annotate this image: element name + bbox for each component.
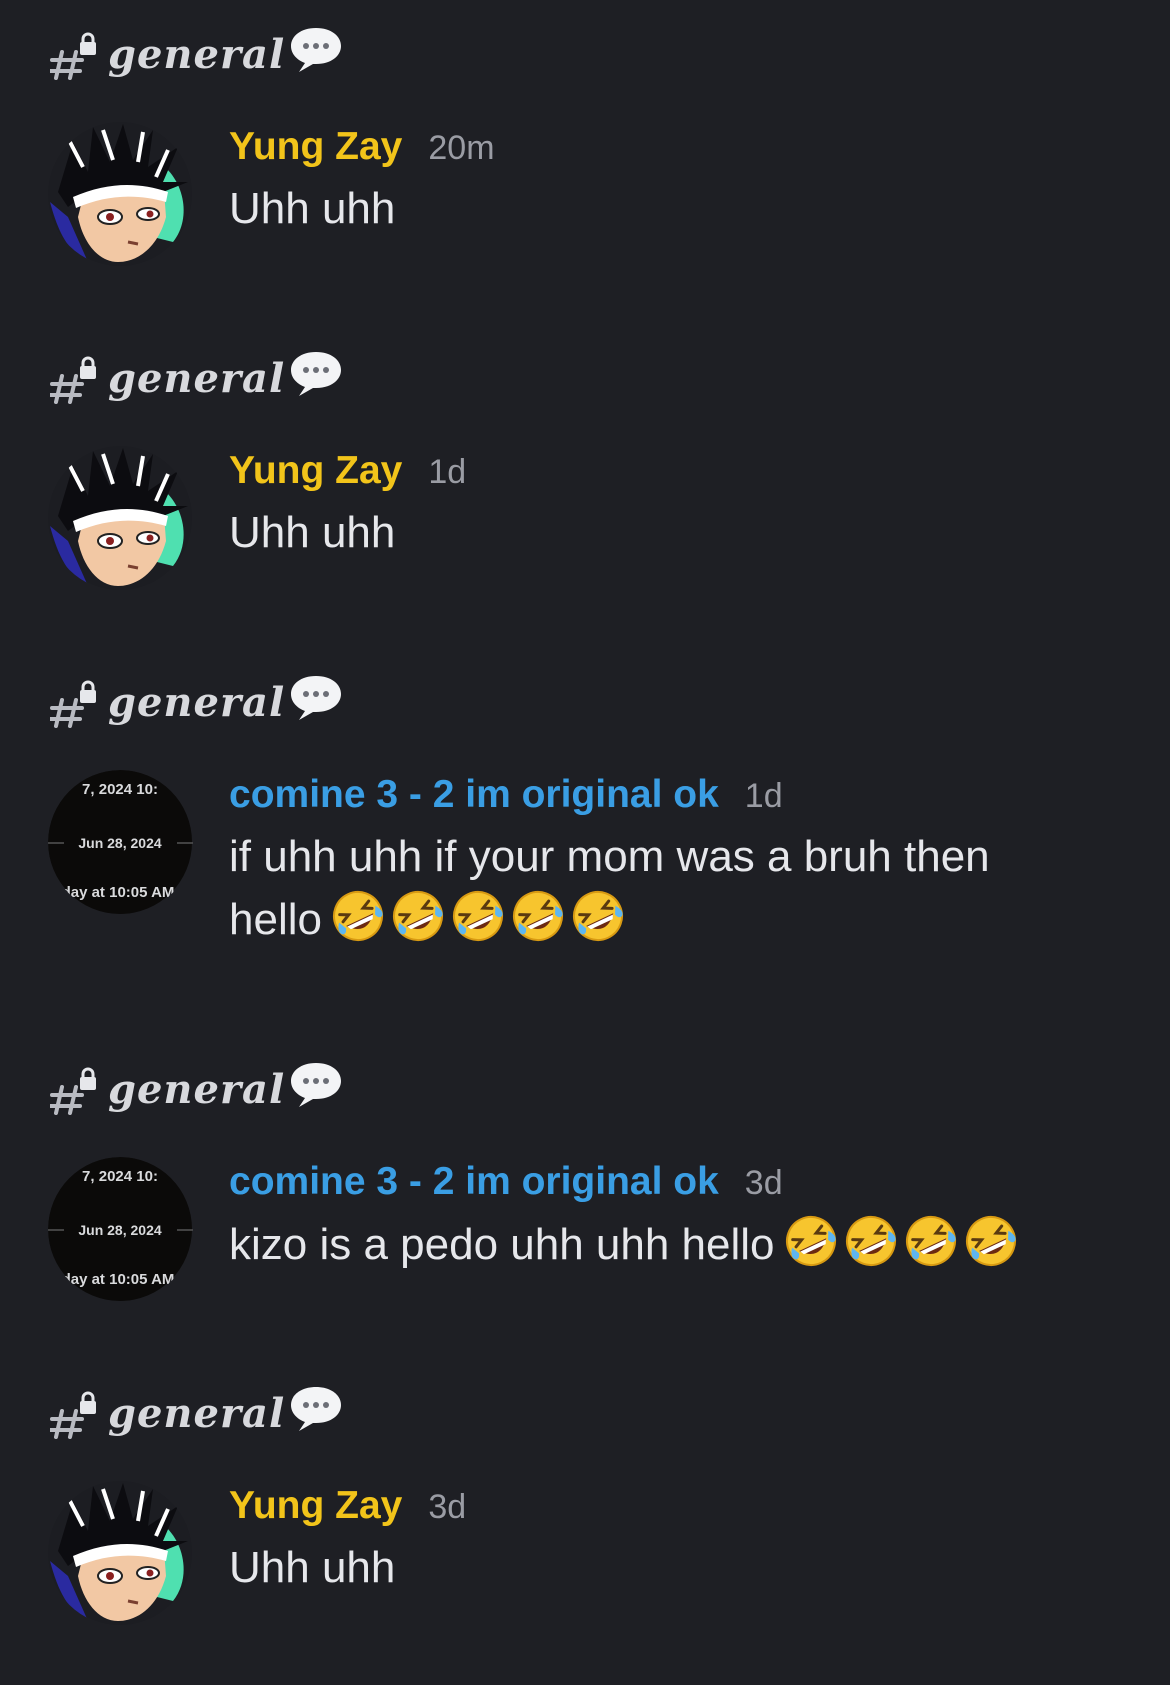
speech-bubble-icon bbox=[289, 674, 343, 726]
avatar-text-bottom: day at 10:05 AM bbox=[62, 1271, 175, 1288]
channel-name: general bbox=[108, 31, 286, 78]
locked-channel-icon bbox=[50, 1389, 106, 1439]
search-result[interactable]: general Yung Zay 20m Uhh uhh bbox=[0, 0, 1170, 320]
channel-name: general bbox=[108, 679, 286, 726]
rolling-on-floor-laughing-emoji bbox=[450, 888, 506, 944]
timestamp: 20m bbox=[428, 129, 495, 167]
rolling-on-floor-laughing-emoji bbox=[570, 888, 626, 944]
channel-label[interactable]: general bbox=[50, 1387, 343, 1439]
channel-name: general bbox=[108, 1390, 286, 1437]
timestamp: 1d bbox=[428, 453, 467, 491]
message-header: Yung Zay 1d bbox=[229, 449, 466, 493]
message-content: Uhh uhh bbox=[229, 1543, 396, 1592]
locked-channel-icon bbox=[50, 1065, 106, 1115]
message-text: Uhh uhh bbox=[229, 502, 1089, 564]
speech-bubble-icon bbox=[289, 350, 343, 402]
message-content: kizo is a pedo uhh uhh hello bbox=[229, 1220, 775, 1269]
locked-channel-icon bbox=[50, 678, 106, 728]
avatar-text-middle: Jun 28, 2024 bbox=[78, 1222, 161, 1238]
avatar-text-middle: Jun 28, 2024 bbox=[78, 835, 161, 851]
avatar[interactable] bbox=[48, 1481, 193, 1626]
author-name[interactable]: Yung Zay bbox=[229, 125, 402, 169]
avatar[interactable]: 7, 2024 10: Jun 28, 2024 day at 10:05 AM bbox=[48, 770, 193, 915]
rolling-on-floor-laughing-emoji bbox=[903, 1213, 959, 1269]
search-result[interactable]: general 7, 2024 10: Jun 28, 2024 day at … bbox=[0, 1035, 1170, 1355]
message-header: Yung Zay 20m bbox=[229, 125, 495, 169]
emoji-group bbox=[330, 888, 626, 944]
message-text: kizo is a pedo uhh uhh hello bbox=[229, 1213, 1089, 1276]
rolling-on-floor-laughing-emoji bbox=[510, 888, 566, 944]
message-header: Yung Zay 3d bbox=[229, 1484, 466, 1528]
avatar[interactable]: 7, 2024 10: Jun 28, 2024 day at 10:05 AM bbox=[48, 1157, 193, 1302]
channel-label[interactable]: general bbox=[50, 1063, 343, 1115]
emoji-group bbox=[783, 1213, 1019, 1269]
message-header: comine 3 - 2 im original ok 1d bbox=[229, 773, 783, 817]
rolling-on-floor-laughing-emoji bbox=[783, 1213, 839, 1269]
avatar[interactable] bbox=[48, 446, 193, 591]
rolling-on-floor-laughing-emoji bbox=[330, 888, 386, 944]
avatar-text-top: 7, 2024 10: bbox=[82, 1168, 158, 1185]
channel-name: general bbox=[108, 1066, 286, 1113]
author-name[interactable]: comine 3 - 2 im original ok bbox=[229, 1160, 719, 1204]
channel-name: general bbox=[108, 355, 286, 402]
channel-label[interactable]: general bbox=[50, 352, 343, 404]
channel-label[interactable]: general bbox=[50, 676, 343, 728]
timestamp: 3d bbox=[428, 1488, 467, 1526]
speech-bubble-icon bbox=[289, 1385, 343, 1437]
locked-channel-icon bbox=[50, 30, 106, 80]
rolling-on-floor-laughing-emoji bbox=[390, 888, 446, 944]
message-text: if uhh uhh if your mom was a bruh then h… bbox=[229, 826, 1089, 951]
rolling-on-floor-laughing-emoji bbox=[843, 1213, 899, 1269]
search-result[interactable]: general Yung Zay 1d Uhh uhh bbox=[0, 324, 1170, 644]
speech-bubble-icon bbox=[289, 26, 343, 78]
author-name[interactable]: Yung Zay bbox=[229, 1484, 402, 1528]
rolling-on-floor-laughing-emoji bbox=[963, 1213, 1019, 1269]
message-text: Uhh uhh bbox=[229, 178, 1089, 240]
author-name[interactable]: Yung Zay bbox=[229, 449, 402, 493]
locked-channel-icon bbox=[50, 354, 106, 404]
speech-bubble-icon bbox=[289, 1061, 343, 1113]
avatar[interactable] bbox=[48, 122, 193, 267]
avatar-text-bottom: day at 10:05 AM bbox=[62, 884, 175, 901]
search-result[interactable]: general Yung Zay 3d Uhh uhh bbox=[0, 1359, 1170, 1679]
message-content: Uhh uhh bbox=[229, 508, 396, 557]
timestamp: 1d bbox=[744, 777, 783, 815]
avatar-text-top: 7, 2024 10: bbox=[82, 781, 158, 798]
message-content: Uhh uhh bbox=[229, 184, 396, 233]
search-result[interactable]: general 7, 2024 10: Jun 28, 2024 day at … bbox=[0, 648, 1170, 1033]
message-text: Uhh uhh bbox=[229, 1537, 1089, 1599]
author-name[interactable]: comine 3 - 2 im original ok bbox=[229, 773, 719, 817]
timestamp: 3d bbox=[744, 1164, 783, 1202]
message-header: comine 3 - 2 im original ok 3d bbox=[229, 1160, 783, 1204]
channel-label[interactable]: general bbox=[50, 28, 343, 80]
